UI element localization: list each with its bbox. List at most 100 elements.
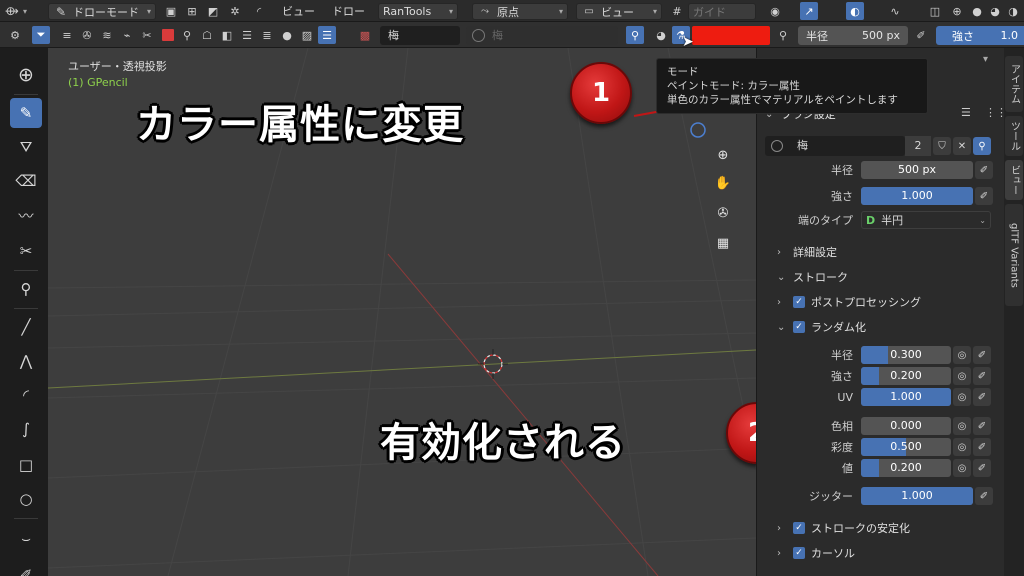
post-processing-checkbox[interactable]: ✓ — [793, 296, 805, 308]
annotate-tool-icon[interactable]: ✐ — [10, 560, 42, 576]
gizmo-icon[interactable]: ↗ — [800, 2, 818, 20]
cursor-tool-icon[interactable]: ⊕ — [10, 60, 42, 90]
hue-field[interactable]: 0.000 — [861, 417, 951, 435]
brush-name-field[interactable]: 梅 — [380, 26, 460, 45]
draw-tool-icon[interactable]: ✎ — [10, 98, 42, 128]
tab-tool[interactable]: ツール — [1005, 116, 1023, 156]
value-field[interactable]: 0.200 — [861, 459, 951, 477]
circle-tool-icon[interactable]: ○ — [10, 484, 42, 514]
gear-icon[interactable]: ⚙ — [6, 26, 24, 44]
multiframe-icon[interactable]: ▣ — [162, 2, 180, 20]
snap-icon[interactable]: ⊞ — [183, 2, 201, 20]
perspective-grid-icon[interactable]: ▦ — [710, 230, 736, 256]
rendered-shading-icon[interactable]: ◑ — [1004, 2, 1022, 20]
random-curve-icon[interactable]: ◎ — [953, 417, 971, 435]
cursor-checkbox[interactable]: ✓ — [793, 547, 805, 559]
checker-icon[interactable]: ▩ — [356, 26, 374, 44]
pressure-icon[interactable]: ✐ — [973, 438, 991, 456]
pressure-icon[interactable]: ✐ — [973, 417, 991, 435]
shirt-icon[interactable]: ☖ — [198, 26, 216, 44]
erase-tool-icon[interactable]: ⌫ — [10, 166, 42, 196]
radius-field[interactable]: 半径 500 px — [798, 26, 908, 45]
randomize-section[interactable]: ⌄ ✓ ランダム化 — [777, 319, 866, 335]
mode-dropdown[interactable]: ✎ ドローモード ▾ — [48, 3, 156, 20]
pressure-icon[interactable]: ✐ — [912, 26, 930, 44]
random-strength-field[interactable]: 0.200 — [861, 367, 951, 385]
pressure-icon[interactable]: ✐ — [975, 161, 993, 179]
line-tool-icon[interactable]: ╱ — [10, 312, 42, 342]
random-curve-icon[interactable]: ◎ — [953, 367, 971, 385]
onion-skin-icon[interactable]: ◩ — [204, 2, 222, 20]
random-curve-icon[interactable]: ◎ — [953, 459, 971, 477]
view-align-dropdown[interactable]: ▭ ビュー ▾ — [576, 3, 662, 20]
pressure-icon[interactable]: ✐ — [975, 487, 993, 505]
menu-draw[interactable]: ドロー — [332, 3, 365, 19]
box-tool-icon[interactable]: □ — [10, 450, 42, 480]
cutter-tool-icon[interactable]: ✂ — [10, 236, 42, 266]
image-icon[interactable]: ▨ — [298, 26, 316, 44]
square-icon[interactable]: ◧ — [218, 26, 236, 44]
stroke-section[interactable]: ⌄ ストローク — [777, 269, 848, 285]
randomize-checkbox[interactable]: ✓ — [793, 321, 805, 333]
brush-datablock-field[interactable]: 梅 — [765, 136, 905, 156]
strength-field[interactable]: 1.000 — [861, 187, 973, 205]
solid-shading-icon[interactable]: ● — [968, 2, 986, 20]
tab-view[interactable]: ビュー — [1005, 160, 1023, 200]
menu-lines-icon[interactable]: ≣ — [258, 26, 276, 44]
brush-stroke-icon[interactable]: ≋ — [98, 26, 116, 44]
random-curve-icon[interactable]: ◎ — [953, 346, 971, 364]
stabilize-checkbox[interactable]: ✓ — [793, 522, 805, 534]
cursor-section[interactable]: › ✓ カーソル — [777, 545, 855, 561]
panel-menu-icon[interactable]: ▾ — [983, 54, 988, 65]
cut-icon[interactable]: ✂ — [138, 26, 156, 44]
paint-color-swatch[interactable] — [692, 26, 770, 45]
camera-icon[interactable]: ✇ — [78, 26, 96, 44]
filter-icon[interactable]: ⏷ — [32, 26, 50, 44]
zoom-icon[interactable]: ⊕ — [710, 142, 736, 168]
lines-icon[interactable]: ☰ — [238, 26, 256, 44]
advanced-section[interactable]: › 詳細設定 — [777, 244, 837, 260]
material-mode-icon[interactable]: ◕ — [652, 26, 670, 44]
xray-icon[interactable]: ◫ — [926, 2, 944, 20]
polyline-tool-icon[interactable]: ⋀ — [10, 346, 42, 376]
pin-icon[interactable]: ⚲ — [626, 26, 644, 44]
caps-dropdown[interactable]: D 半円 ⌄ — [861, 211, 991, 229]
jitter-field[interactable]: 1.000 — [861, 487, 973, 505]
pressure-icon[interactable]: ✐ — [975, 187, 993, 205]
texture-list-icon[interactable]: ☰ — [318, 26, 336, 44]
post-processing-section[interactable]: › ✓ ポストプロセッシング — [777, 294, 921, 310]
random-curve-icon[interactable]: ◎ — [953, 438, 971, 456]
wireframe-shading-icon[interactable]: ⊕ — [948, 2, 966, 20]
pressure-icon[interactable]: ✐ — [973, 459, 991, 477]
hook-icon[interactable]: ⚲ — [178, 26, 196, 44]
tint-tool-icon[interactable]: 〰 — [10, 200, 42, 230]
uv-field[interactable]: 1.000 — [861, 388, 951, 406]
interpolate-tool-icon[interactable]: ⌣ — [10, 524, 42, 554]
brush-pin-icon[interactable]: ⚲ — [973, 137, 991, 155]
stabilize-section[interactable]: › ✓ ストロークの安定化 — [777, 520, 910, 536]
random-radius-field[interactable]: 0.300 — [861, 346, 951, 364]
saturation-field[interactable]: 0.500 — [861, 438, 951, 456]
pressure-icon[interactable]: ✐ — [973, 346, 991, 364]
eyedropper-tool-icon[interactable]: ⚲ — [10, 274, 42, 304]
curve-icon[interactable]: ◜ — [250, 2, 268, 20]
fake-user-shield-icon[interactable]: ⛉ — [933, 137, 951, 155]
sphere-icon[interactable]: ● — [278, 26, 296, 44]
unlink-close-icon[interactable]: ✕ — [953, 137, 971, 155]
random-curve-icon[interactable]: ◎ — [953, 388, 971, 406]
origin-dropdown[interactable]: ⤳ 原点 ▾ — [472, 3, 568, 20]
pan-hand-icon[interactable]: ✋ — [710, 170, 736, 196]
visibility-icon[interactable]: ◉ — [766, 2, 784, 20]
overlay-icon[interactable]: ◐ — [846, 2, 864, 20]
3d-viewport[interactable]: ユーザー・透視投影 (1) GPencil ⊕ ✋ ✇ ▦ カラー属性に変更 有… — [48, 48, 756, 576]
addon-dropdown[interactable]: RanTools ▾ — [378, 3, 458, 20]
curve-tool-icon[interactable]: ∫ — [10, 414, 42, 444]
material-shading-icon[interactable]: ◕ — [986, 2, 1004, 20]
gp-overlay-icon[interactable]: ∿ — [886, 2, 904, 20]
curve-fx-icon[interactable]: ⌁ — [118, 26, 136, 44]
arc-tool-icon[interactable]: ◜ — [10, 380, 42, 410]
tab-gltf-variants[interactable]: glTF Variants — [1005, 204, 1023, 306]
grid-guide-icon[interactable]: # — [668, 2, 686, 20]
strength-field[interactable]: 強さ 1.0 — [936, 26, 1024, 45]
pressure-icon[interactable]: ✐ — [973, 367, 991, 385]
